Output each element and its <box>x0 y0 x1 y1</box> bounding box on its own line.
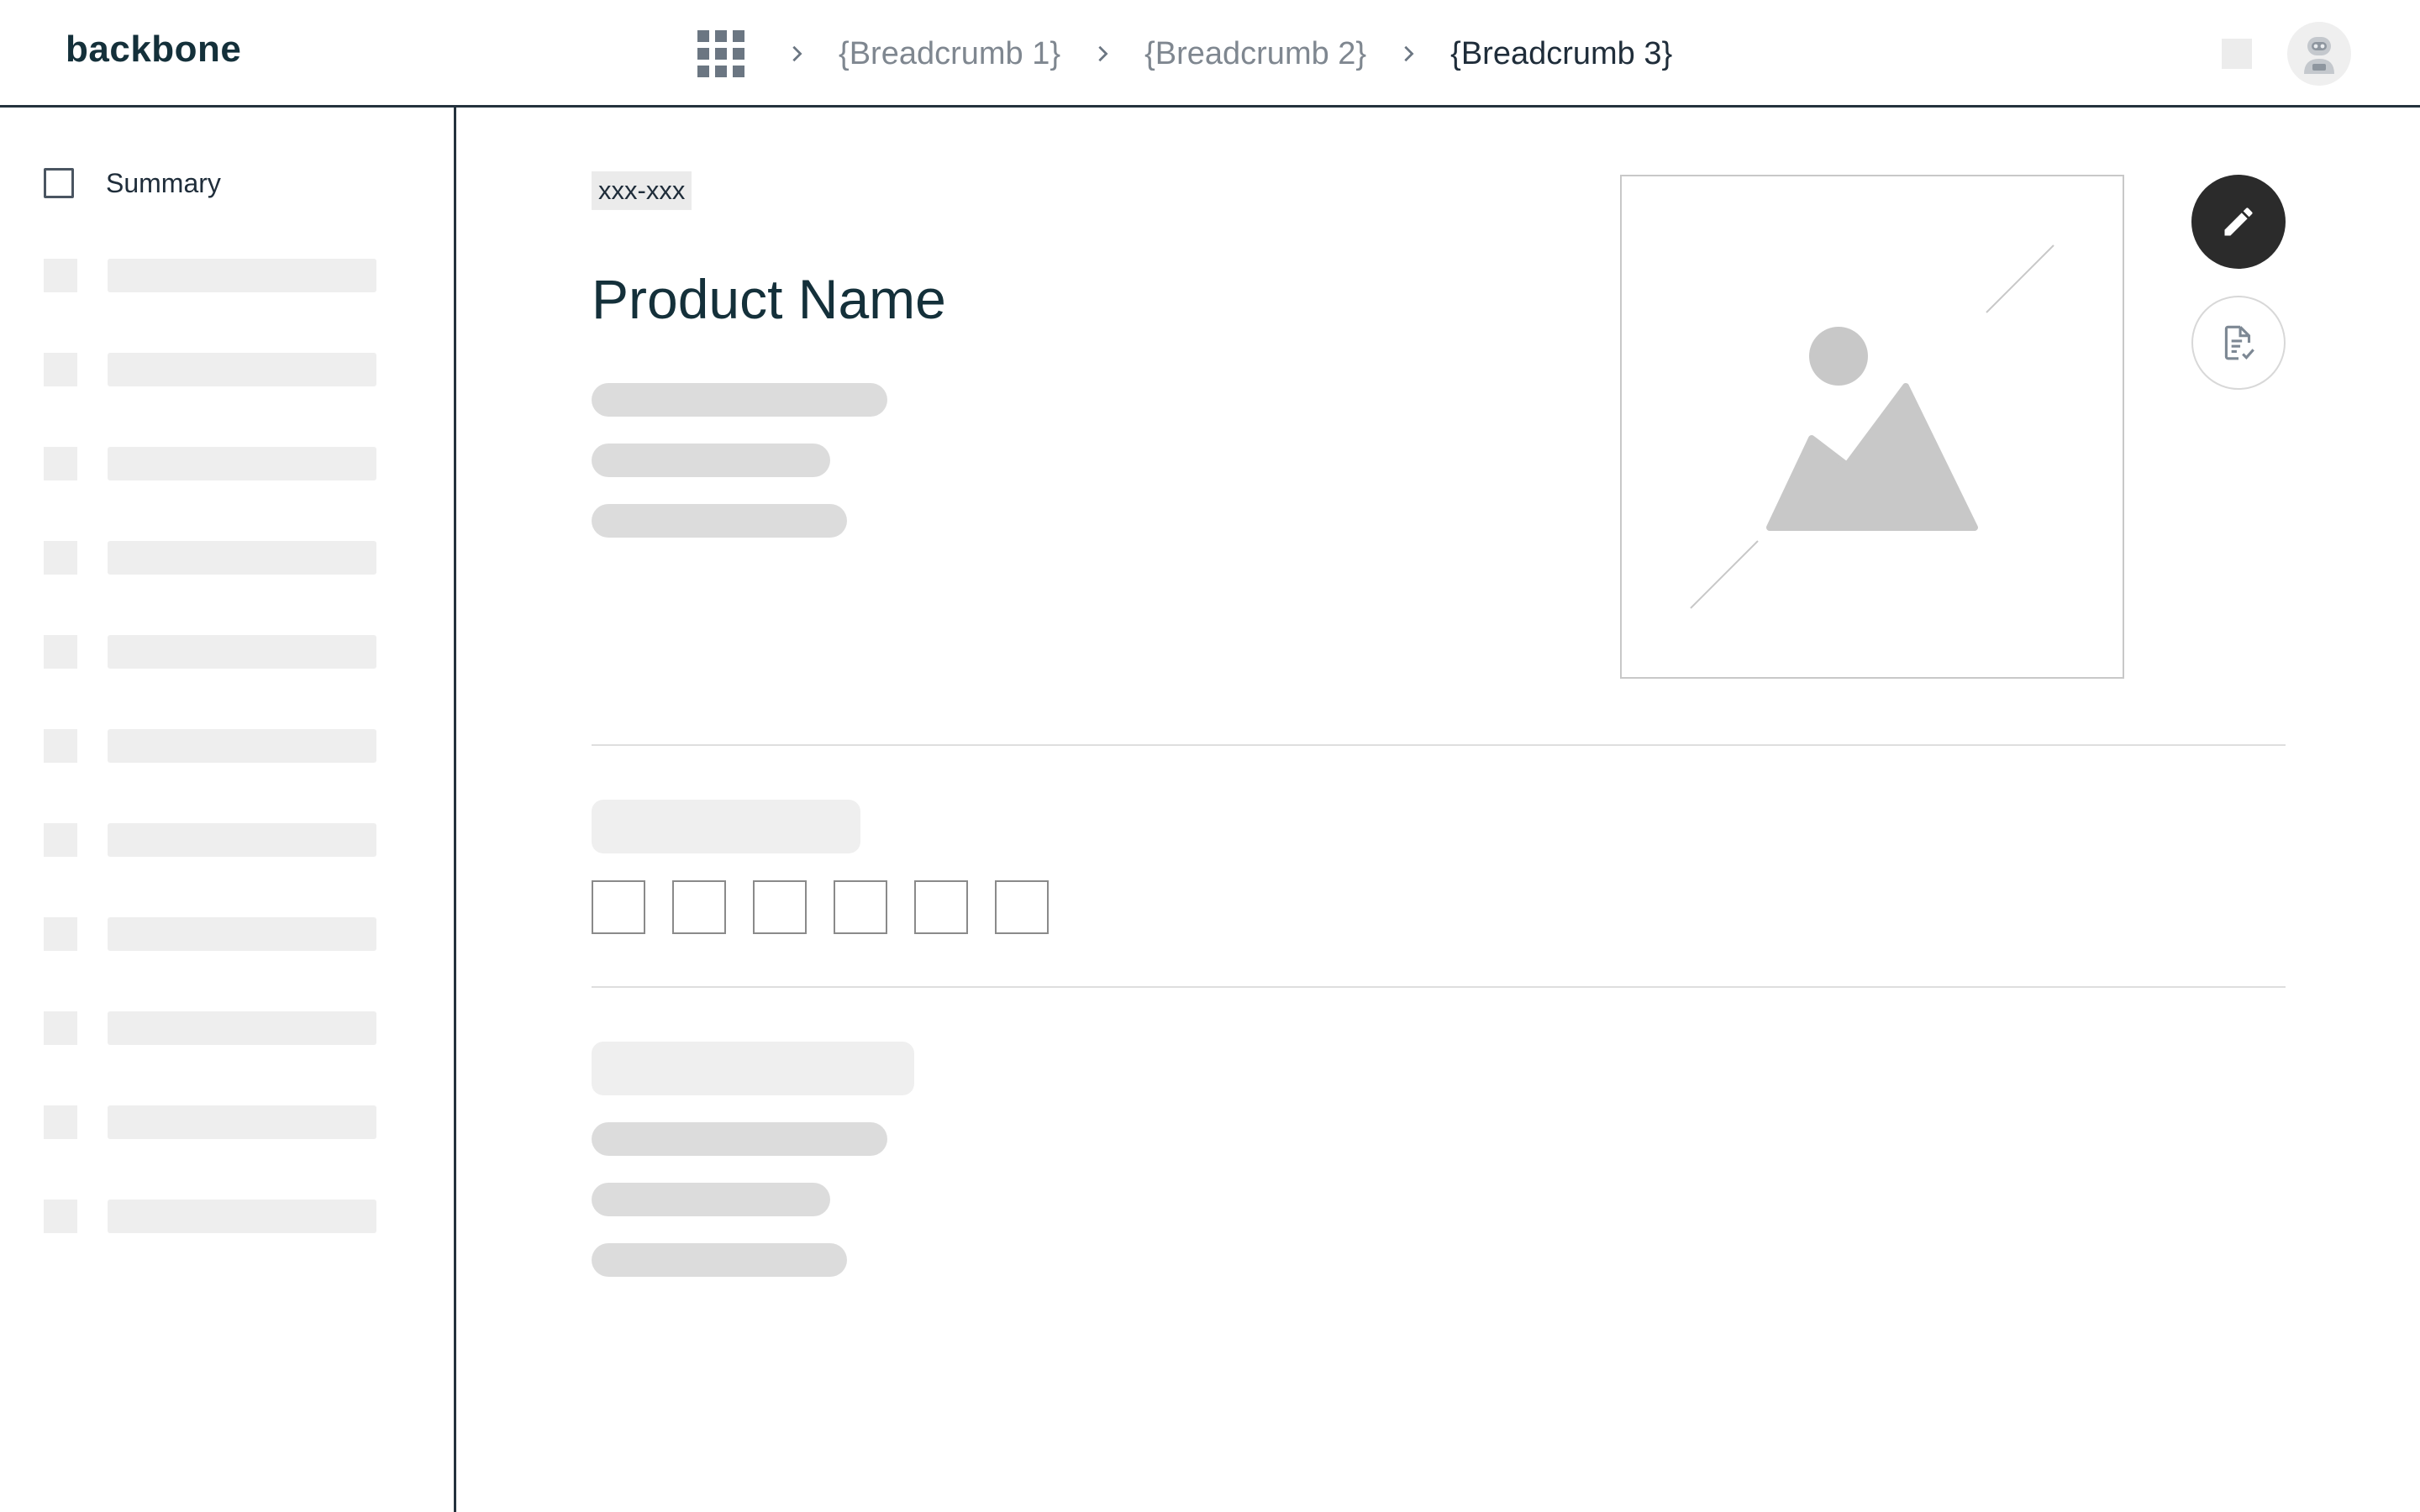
robot-avatar-icon <box>2304 37 2334 74</box>
text-skeleton <box>592 1122 887 1156</box>
page-title: Product Name <box>592 268 946 330</box>
checkbox[interactable] <box>44 168 74 198</box>
breadcrumb: {Breadcrumb 1} {Breadcrumb 2} {Breadcrum… <box>773 30 1691 77</box>
image-placeholder-icon <box>1690 244 2054 609</box>
text-skeleton <box>592 383 887 417</box>
chevron-right-icon <box>1079 30 1126 77</box>
product-image[interactable] <box>1620 175 2124 679</box>
header-action-placeholder[interactable] <box>2222 39 2252 69</box>
swatch[interactable] <box>592 880 645 934</box>
section-heading-skeleton <box>592 1042 914 1095</box>
user-avatar[interactable] <box>2287 22 2351 86</box>
section-divider <box>592 986 2286 988</box>
breadcrumb-item-current: {Breadcrumb 3} <box>1450 35 1673 71</box>
swatch[interactable] <box>834 880 887 934</box>
sidebar-item-summary[interactable]: Summary <box>44 166 221 200</box>
sidebar: Summary <box>0 108 456 1512</box>
chevron-right-icon <box>1385 30 1432 77</box>
review-document-button[interactable] <box>2191 296 2286 390</box>
pencil-icon <box>2224 207 2253 236</box>
text-skeleton <box>592 1183 830 1216</box>
breadcrumb-item-1[interactable]: {Breadcrumb 1} <box>820 36 1079 72</box>
document-check-icon <box>2224 325 2254 360</box>
swatch[interactable] <box>914 880 968 934</box>
top-header: backbone {Breadcrumb 1} {Breadcrumb 2} {… <box>0 0 2420 108</box>
sidebar-item-label: Summary <box>106 167 221 198</box>
text-skeleton <box>592 1243 847 1277</box>
apps-grid-icon[interactable] <box>697 30 744 77</box>
section-heading-skeleton <box>592 800 860 853</box>
swatch[interactable] <box>995 880 1049 934</box>
chevron-right-icon <box>773 30 820 77</box>
text-skeleton <box>592 444 830 477</box>
section-divider <box>592 744 2286 746</box>
sku-badge: xxx-xxx <box>592 171 692 210</box>
edit-button[interactable] <box>2191 175 2286 269</box>
breadcrumb-item-2[interactable]: {Breadcrumb 2} <box>1126 36 1385 72</box>
swatch[interactable] <box>753 880 807 934</box>
app-logo[interactable]: backbone <box>66 29 241 71</box>
text-skeleton <box>592 504 847 538</box>
swatch[interactable] <box>672 880 726 934</box>
